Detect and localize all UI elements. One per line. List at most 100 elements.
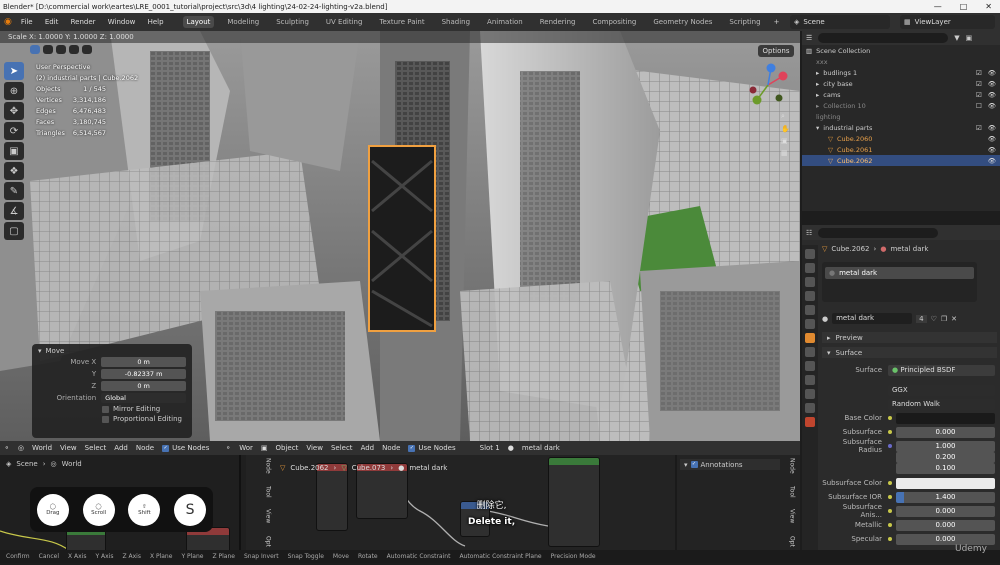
tab-shading[interactable]: Shading xyxy=(438,16,474,28)
tab-rendering[interactable]: Rendering xyxy=(536,16,580,28)
outliner-item-industrial-parts[interactable]: ▾ industrial parts ☑ 👁 xyxy=(802,122,1000,133)
blender-logo-icon[interactable]: ◉ xyxy=(4,17,12,27)
menu-help[interactable]: Help xyxy=(148,18,164,26)
render-tab-icon[interactable] xyxy=(805,263,815,273)
outliner-item-collection-10[interactable]: ▸ Collection 10 ☐ 👁 xyxy=(802,100,1000,111)
move-x-field[interactable]: 0 m xyxy=(101,357,186,367)
data-tab-icon[interactable] xyxy=(805,403,815,413)
world-dropdown[interactable]: World xyxy=(32,444,52,452)
side-tab-options-right[interactable]: Opt xyxy=(789,536,796,547)
subsurface-field[interactable]: 0.000 xyxy=(896,426,995,438)
preview-section-header[interactable]: ▸ Preview xyxy=(822,332,997,343)
menu-render[interactable]: Render xyxy=(71,18,96,26)
scale-tool-icon[interactable]: ▣ xyxy=(4,142,24,160)
view-layer-tab-icon[interactable] xyxy=(805,291,815,301)
outliner-item-xxx[interactable]: xxx xyxy=(802,56,1000,67)
fake-user-icon[interactable]: ♡ xyxy=(931,315,937,323)
side-tab-tool-right[interactable]: Tool xyxy=(789,486,796,498)
unlink-icon[interactable]: ✕ xyxy=(951,315,957,323)
move-y-field[interactable]: -0.82337 m xyxy=(101,369,186,379)
scene-selector[interactable]: ◈ Scene xyxy=(790,15,890,29)
side-tab-view[interactable]: View xyxy=(265,509,272,523)
use-nodes-toggle-right[interactable]: ✓ Use Nodes xyxy=(408,444,456,452)
modifier-tab-icon[interactable] xyxy=(805,347,815,357)
tab-modeling[interactable]: Modeling xyxy=(223,16,263,28)
tab-animation[interactable]: Animation xyxy=(483,16,527,28)
move-panel-header[interactable]: ▾ Move xyxy=(38,347,186,355)
add-cube-tool-icon[interactable]: ▢ xyxy=(4,222,24,240)
menu-view-right[interactable]: View xyxy=(306,444,323,452)
menu-node[interactable]: Node xyxy=(136,444,154,452)
scene-tab-icon[interactable] xyxy=(805,305,815,315)
output-tab-icon[interactable] xyxy=(805,277,815,287)
metallic-field[interactable]: 0.000 xyxy=(896,519,995,531)
options-button[interactable]: Options xyxy=(758,45,794,57)
node-texture-a[interactable] xyxy=(316,463,348,531)
pan-hand-icon[interactable]: ✋ xyxy=(781,125,790,133)
tab-texture-paint[interactable]: Texture Paint xyxy=(375,16,428,28)
editor-type-icon[interactable]: ⚬ xyxy=(4,444,10,452)
transform-tool-icon[interactable]: ❖ xyxy=(4,162,24,180)
properties-editor-icon[interactable]: ☷ xyxy=(806,229,812,237)
tool-tab-icon[interactable] xyxy=(805,249,815,259)
editor-type-icon-right[interactable]: ⚬ xyxy=(225,444,231,452)
rotate-tool-icon[interactable]: ⟳ xyxy=(4,122,24,140)
minimize-icon[interactable]: — xyxy=(934,2,942,11)
outliner-root[interactable]: ▥ Scene Collection xyxy=(802,45,1000,56)
outliner-item-cube-2062[interactable]: ▽ Cube.2062 👁 xyxy=(802,155,1000,166)
move-tool-icon[interactable]: ✥ xyxy=(4,102,24,120)
physics-tab-icon[interactable] xyxy=(805,375,815,385)
surface-section-header[interactable]: ▾ Surface xyxy=(822,347,997,358)
tab-geometry-nodes[interactable]: Geometry Nodes xyxy=(649,16,716,28)
slot-dropdown[interactable]: Slot 1 xyxy=(480,444,500,452)
outliner-item-budlings-1[interactable]: ▸ budlings 1 ☑ 👁 xyxy=(802,67,1000,78)
menu-add-right[interactable]: Add xyxy=(361,444,375,452)
tab-scripting[interactable]: Scripting xyxy=(725,16,764,28)
base-color-swatch[interactable] xyxy=(896,412,995,424)
material-slot-list[interactable]: ● metal dark xyxy=(822,262,977,302)
particles-tab-icon[interactable] xyxy=(805,361,815,371)
close-icon[interactable]: ✕ xyxy=(985,2,992,11)
view-layer-selector[interactable]: ▦ ViewLayer xyxy=(900,15,995,29)
zoom-icon[interactable]: ⌕ xyxy=(781,112,790,121)
outliner-item-city-base[interactable]: ▸ city base ☑ 👁 xyxy=(802,78,1000,89)
specular-field[interactable]: 0.000 xyxy=(896,533,995,545)
select-tool-icon[interactable]: ➤ xyxy=(4,62,24,80)
menu-file[interactable]: File xyxy=(21,18,33,26)
properties-search-input[interactable] xyxy=(818,227,939,238)
camera-view-icon[interactable]: ▣ xyxy=(781,137,790,145)
subsurface-method-dropdown[interactable]: Random Walk xyxy=(888,398,995,410)
outliner-item-cube-2060[interactable]: ▽ Cube.2060 👁 xyxy=(802,133,1000,144)
cursor-tool-icon[interactable]: ⊕ xyxy=(4,82,24,100)
select-mode-extend-icon[interactable] xyxy=(43,45,53,54)
ortho-toggle-icon[interactable]: ▦ xyxy=(781,149,790,157)
expand-arrow-icon[interactable]: ▸ xyxy=(816,91,819,99)
subsurface-radius-z-field[interactable]: 0.100 xyxy=(896,462,995,474)
subsurface-color-swatch[interactable] xyxy=(896,477,995,489)
outliner-item-cams[interactable]: ▸ cams ☑ 👁 xyxy=(802,89,1000,100)
constraints-tab-icon[interactable] xyxy=(805,389,815,399)
side-tab-options[interactable]: Opt xyxy=(265,536,272,547)
select-mode-invert-icon[interactable] xyxy=(69,45,79,54)
menu-select-right[interactable]: Select xyxy=(331,444,353,452)
outliner-editor-icon[interactable]: ☰ xyxy=(806,34,812,42)
expand-arrow-icon[interactable]: ▸ xyxy=(816,80,819,88)
distribution-dropdown[interactable]: GGX xyxy=(888,384,995,396)
select-mode-intersect-icon[interactable] xyxy=(82,45,92,54)
outliner-item-lighting[interactable]: lighting xyxy=(802,111,1000,122)
menu-window[interactable]: Window xyxy=(108,18,136,26)
menu-node-right[interactable]: Node xyxy=(382,444,400,452)
object-tab-icon[interactable] xyxy=(805,333,815,343)
orientation-dropdown[interactable]: Global xyxy=(101,393,186,403)
side-tab-view-right[interactable]: View xyxy=(789,509,796,523)
node-principled-bsdf[interactable] xyxy=(548,457,600,547)
move-operator-panel[interactable]: ▾ Move Move X 0 m Y -0.82337 m Z 0 m Orienta… xyxy=(32,344,192,438)
select-mode-subtract-icon[interactable] xyxy=(56,45,66,54)
annotate-tool-icon[interactable]: ✎ xyxy=(4,182,24,200)
filter-icon[interactable]: ▼ xyxy=(954,34,959,42)
menu-edit[interactable]: Edit xyxy=(45,18,59,26)
annotations-panel-header[interactable]: ▾ ✓ Annotations xyxy=(680,459,780,470)
menu-add[interactable]: Add xyxy=(114,444,128,452)
new-collection-icon[interactable]: ▣ xyxy=(966,34,973,42)
material-slot-item[interactable]: ● metal dark xyxy=(825,267,974,279)
